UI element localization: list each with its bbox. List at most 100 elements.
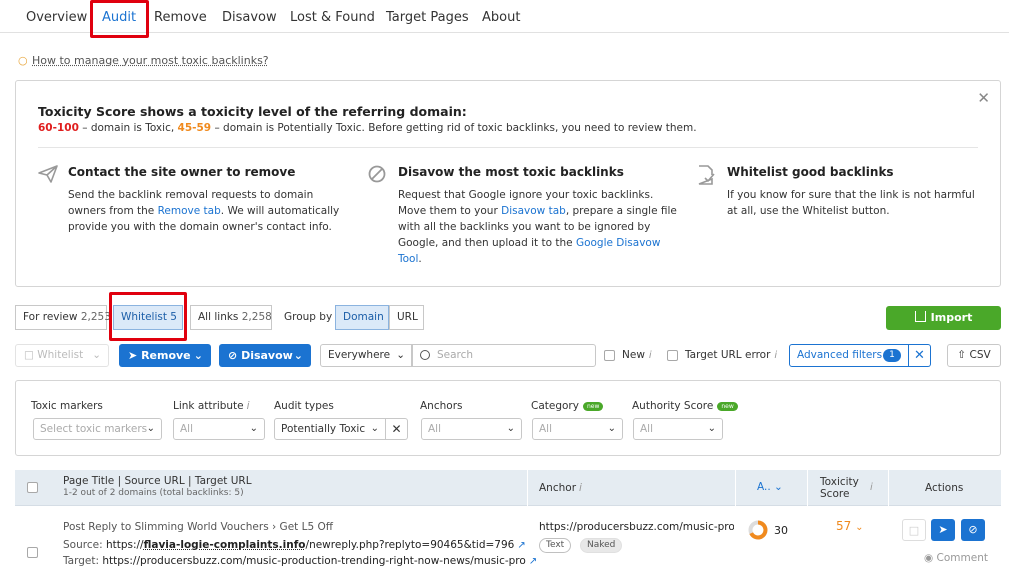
- disavow-tab-link[interactable]: Disavow tab: [501, 205, 566, 217]
- comment-button[interactable]: ◉ Comment: [924, 552, 988, 564]
- tab-about[interactable]: About: [482, 8, 520, 28]
- clear-filters-close-icon[interactable]: ✕: [909, 344, 931, 367]
- import-backlinks-button[interactable]: Import backlinks: [886, 306, 1001, 348]
- anchors-value: All: [428, 423, 442, 435]
- csv-label: CSV: [969, 349, 991, 361]
- new-text: New: [622, 349, 645, 361]
- header-page[interactable]: Page Title | Source URL | Target URL 1-2…: [63, 475, 252, 498]
- tab-lost-found[interactable]: Lost & Found: [290, 8, 375, 28]
- category-value: All: [539, 423, 553, 435]
- info-icon: i: [246, 400, 250, 412]
- toxicity-number: 57: [836, 519, 852, 533]
- col3-text: If you know for sure that the link is no…: [727, 189, 975, 217]
- link-attribute-select[interactable]: All ⌄: [173, 418, 265, 440]
- howto-link[interactable]: How to manage your most toxic backlinks?: [32, 54, 269, 67]
- search-icon: [420, 350, 430, 360]
- target-url-error-checkbox[interactable]: [667, 350, 678, 361]
- export-icon: ⇧: [957, 349, 967, 361]
- divider: [38, 147, 978, 148]
- import-icon: [914, 311, 926, 322]
- all-links-label: All links: [198, 311, 239, 323]
- info-icon: i: [870, 482, 873, 493]
- tab-for-review[interactable]: For review 2,253: [15, 305, 111, 330]
- column-separator: [735, 470, 736, 506]
- header-anchor[interactable]: Anchor i: [539, 482, 582, 494]
- whitelist-doc-icon: □: [24, 349, 34, 361]
- col1-text: Send the backlink removal requests to do…: [68, 187, 348, 235]
- row-anchor: https://producersbuzz.com/music-producti…: [539, 521, 734, 533]
- col2-text: Request that Google ignore your toxic ba…: [398, 187, 678, 267]
- chevron-down-icon: ⌄: [249, 423, 258, 434]
- tab-target-pages[interactable]: Target Pages: [386, 8, 469, 28]
- remove-button[interactable]: ➤ Remove ⌄: [119, 344, 211, 367]
- remove-label: Remove: [141, 349, 191, 362]
- anchors-select[interactable]: All ⌄: [421, 418, 522, 440]
- source-scheme: https://: [105, 539, 144, 551]
- authority-donut-icon: [748, 520, 768, 540]
- category-text: Category: [531, 400, 579, 412]
- header-toxicity-line2: Score: [820, 488, 850, 500]
- comment-icon: ◉: [924, 552, 934, 564]
- header-anchor-label: Anchor: [539, 482, 577, 494]
- external-link-icon[interactable]: ↗: [517, 540, 525, 551]
- row-checkbox[interactable]: [27, 547, 38, 558]
- anchor-type-pill: Text: [539, 538, 572, 553]
- tab-audit[interactable]: Audit: [102, 8, 136, 28]
- search-input[interactable]: Search: [412, 344, 596, 367]
- csv-export-button[interactable]: ⇧ CSV: [947, 344, 1001, 367]
- target-label: Target:: [63, 555, 103, 567]
- toxic-markers-select[interactable]: Select toxic markers ⌄: [33, 418, 162, 440]
- chevron-down-icon: ⌄: [707, 423, 716, 434]
- chevron-down-icon: ⌄: [293, 349, 303, 362]
- header-toxicity[interactable]: Toxicity Score: [820, 476, 859, 500]
- new-checkbox[interactable]: [604, 350, 615, 361]
- column-separator: [807, 470, 808, 506]
- header-authority[interactable]: A.. ⌄: [757, 481, 783, 493]
- remove-tab-link[interactable]: Remove tab: [158, 205, 221, 217]
- audit-types-select[interactable]: Potentially Toxic ⌄: [274, 418, 386, 440]
- tab-all-links[interactable]: All links 2,258: [190, 305, 272, 330]
- group-url-button[interactable]: URL: [389, 305, 424, 330]
- external-link-icon[interactable]: ↗: [529, 556, 537, 567]
- scope-select[interactable]: Everywhere ⌄: [320, 344, 412, 367]
- tab-whitelist[interactable]: Whitelist 5: [113, 305, 183, 330]
- tab-disavow[interactable]: Disavow: [222, 8, 277, 28]
- close-icon[interactable]: ✕: [977, 89, 990, 107]
- chevron-down-icon: ⌄: [193, 349, 203, 362]
- info-icon: i: [648, 350, 652, 361]
- tab-remove[interactable]: Remove: [154, 8, 207, 28]
- block-icon: ⊘: [228, 349, 238, 362]
- whitelist-row-icon: □: [902, 519, 926, 541]
- toxic-markers-label: Toxic markers: [31, 400, 103, 412]
- group-domain-button[interactable]: Domain: [335, 305, 389, 330]
- send-icon: [38, 165, 58, 185]
- select-all-checkbox[interactable]: [27, 482, 38, 493]
- anchor-kind-pill: Naked: [580, 538, 623, 553]
- advanced-filters-button[interactable]: Advanced filters 1: [789, 344, 909, 367]
- block-icon: [368, 165, 388, 185]
- toxic-range: 60-100: [38, 122, 79, 134]
- toxicity-score-value[interactable]: 57 ⌄: [836, 519, 864, 533]
- scope-value: Everywhere: [328, 349, 391, 361]
- col1-title: Contact the site owner to remove: [68, 165, 296, 179]
- remove-row-send-icon[interactable]: ➤: [931, 519, 955, 541]
- new-badge: new: [582, 401, 604, 411]
- disavow-button[interactable]: ⊘ Disavow ⌄: [219, 344, 311, 367]
- target-url-error-text: Target URL error: [685, 349, 771, 361]
- category-select[interactable]: All ⌄: [532, 418, 623, 440]
- chevron-down-icon: ⌄: [92, 349, 101, 361]
- category-label: Category new: [531, 400, 604, 412]
- col2-text-c: .: [418, 253, 422, 265]
- tab-overview[interactable]: Overview: [26, 8, 87, 28]
- header-actions: Actions: [925, 482, 964, 494]
- target-url-error-label: Target URL error i: [685, 349, 777, 361]
- column-separator: [888, 470, 889, 506]
- disavow-row-block-icon[interactable]: ⊘: [961, 519, 985, 541]
- table-header: Page Title | Source URL | Target URL 1-2…: [15, 470, 1001, 506]
- all-links-count: 2,258: [241, 311, 272, 323]
- clear-audit-type-close-icon[interactable]: ✕: [386, 418, 408, 440]
- actions-row: □ Whitelist ⌄ ➤ Remove ⌄ ⊘ Disavow ⌄ Everyw…: [0, 344, 1009, 368]
- source-domain-link[interactable]: flavia-logie-complaints.info: [144, 539, 306, 551]
- source-label: Source:: [63, 539, 106, 551]
- authority-score-select[interactable]: All ⌄: [633, 418, 723, 440]
